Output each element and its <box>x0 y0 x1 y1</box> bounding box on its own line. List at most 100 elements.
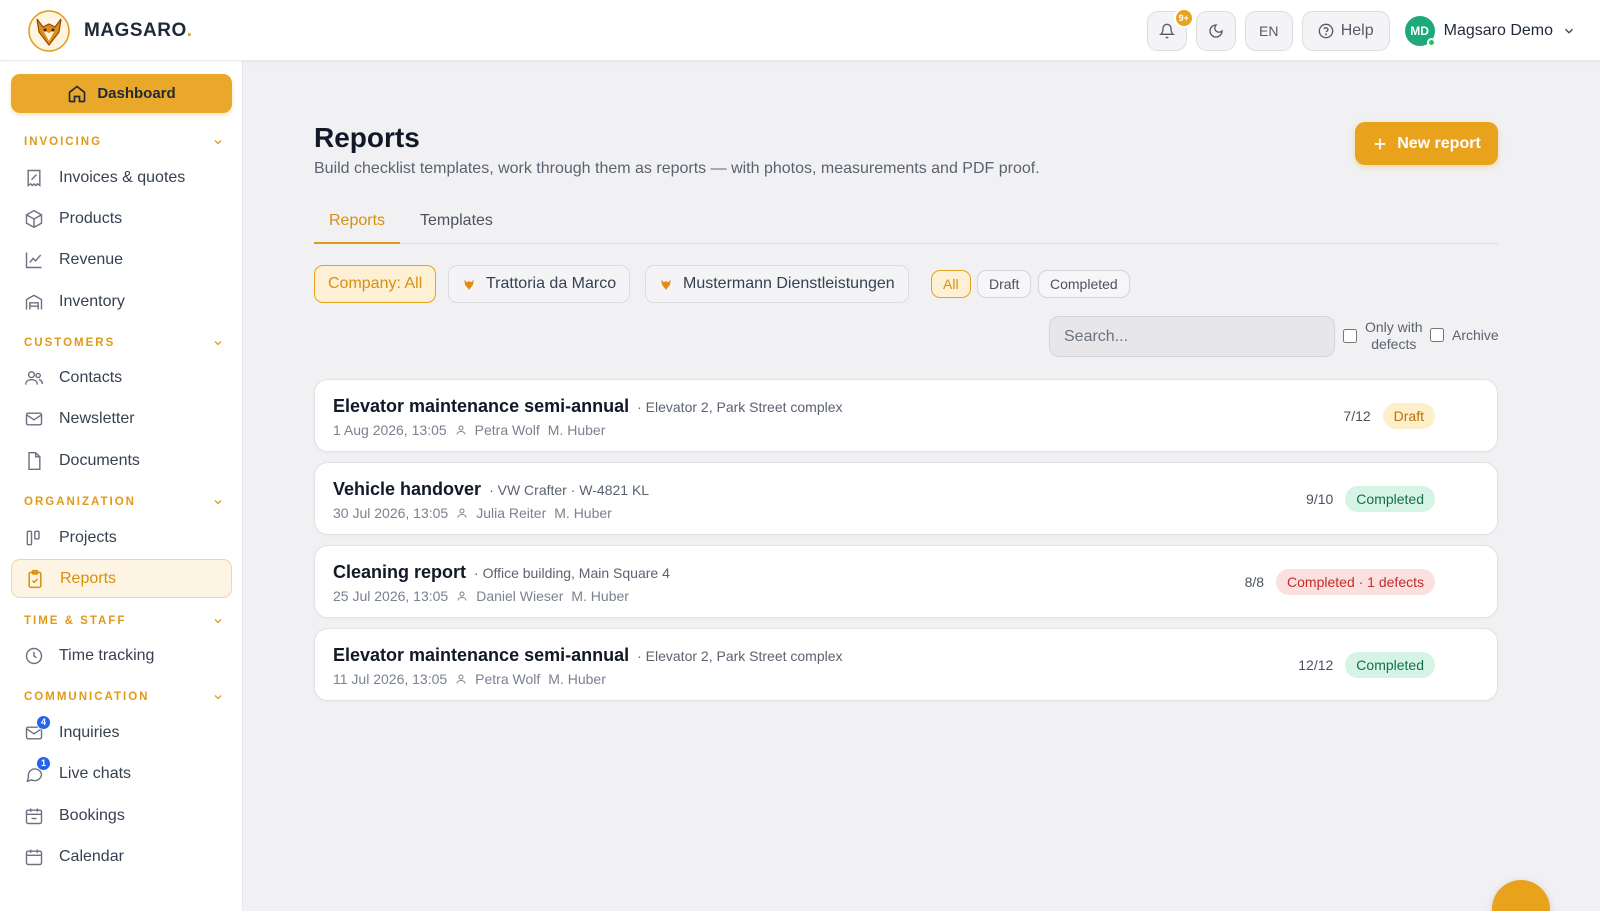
clock-icon <box>25 647 43 664</box>
sidebar-item-label: Invoices & quotes <box>59 168 186 186</box>
report-card[interactable]: Cleaning report · Office building, Main S… <box>314 545 1498 618</box>
sidebar-item-bookings[interactable]: Bookings <box>11 796 232 835</box>
report-date: 25 Jul 2026, 13:05 <box>333 588 449 604</box>
search-input[interactable] <box>1049 316 1335 357</box>
company-logo-icon <box>464 279 474 290</box>
help-circle-icon <box>1318 23 1334 39</box>
archive-label: Archive <box>1452 327 1499 343</box>
calendar-icon <box>25 849 43 865</box>
report-card[interactable]: Elevator maintenance semi-annual · Elevat… <box>314 628 1498 701</box>
only-defects-toggle[interactable] <box>1343 329 1357 343</box>
section-time-staff[interactable]: TIME & STAFF <box>24 615 224 627</box>
report-progress: 9/10 <box>1306 491 1334 507</box>
bell-icon <box>1158 23 1175 39</box>
tab-templates[interactable]: Templates <box>405 203 508 244</box>
section-label: ORGANIZATION <box>24 496 136 508</box>
section-customers[interactable]: CUSTOMERS <box>24 337 224 349</box>
report-title: Cleaning report <box>333 562 467 582</box>
floating-action-button[interactable] <box>1492 880 1550 911</box>
help-button[interactable]: Help <box>1301 11 1390 51</box>
sidebar-item-invoices[interactable]: Invoices & quotes <box>11 158 232 197</box>
report-contact: Petra Wolf <box>474 422 540 438</box>
new-report-label: New report <box>1397 134 1481 152</box>
theme-toggle-button[interactable] <box>1195 11 1236 51</box>
report-title: Elevator maintenance semi-annual <box>333 645 630 665</box>
report-progress: 8/8 <box>1244 574 1265 590</box>
only-defects-checkbox[interactable]: Only with defects <box>1343 319 1423 353</box>
report-title: Elevator maintenance semi-annual <box>333 396 630 416</box>
sidebar-item-projects[interactable]: Projects <box>11 518 232 557</box>
brand-logo[interactable]: MAGSARO. <box>28 10 193 52</box>
brand-name: MAGSARO. <box>84 20 193 41</box>
sidebar-item-label: Calendar <box>59 847 124 865</box>
language-button[interactable]: EN <box>1244 11 1293 51</box>
report-date: 11 Jul 2026, 13:05 <box>333 671 448 687</box>
sidebar-item-revenue[interactable]: Revenue <box>11 240 232 279</box>
status-filter-completed[interactable]: Completed <box>1038 270 1130 298</box>
company-filter-mustermann[interactable]: Mustermann Dienstleistungen <box>645 265 909 303</box>
chevron-down-icon <box>214 140 222 145</box>
user-menu[interactable]: MD Magsaro Demo <box>1404 16 1576 47</box>
chevron-down-icon <box>1565 28 1573 34</box>
chevron-down-icon <box>214 500 222 505</box>
sidebar-item-inventory[interactable]: Inventory <box>11 282 232 321</box>
sidebar-item-inquiries[interactable]: 4 Inquiries <box>11 713 232 752</box>
warehouse-icon <box>25 294 43 309</box>
new-report-button[interactable]: New report <box>1355 122 1498 165</box>
fox-logo-icon <box>28 10 70 52</box>
section-invoicing[interactable]: INVOICING <box>24 136 224 148</box>
mail-icon <box>25 411 43 426</box>
section-communication[interactable]: COMMUNICATION <box>24 691 224 703</box>
user-icon <box>457 508 467 518</box>
report-staff: M. Huber <box>547 422 606 438</box>
inquiries-count-badge: 4 <box>36 714 51 730</box>
report-subject: · Elevator 2, Park Street complex <box>637 648 843 664</box>
chip-label: Mustermann Dienstleistungen <box>683 275 895 292</box>
report-card[interactable]: Elevator maintenance semi-annual · Elevat… <box>314 379 1498 452</box>
chevron-down-icon <box>214 619 222 624</box>
sidebar-item-products[interactable]: Products <box>11 199 232 238</box>
report-card[interactable]: Vehicle handover · VW Crafter · W-4821 KL… <box>314 462 1498 535</box>
sidebar-item-label: Contacts <box>59 368 123 386</box>
dashboard-button[interactable]: Dashboard <box>11 74 232 113</box>
notifications-button[interactable]: 9+ <box>1146 8 1194 51</box>
status-filter-all[interactable]: All <box>931 270 971 298</box>
report-staff: M. Huber <box>554 505 612 521</box>
company-filter-trattoria[interactable]: Trattoria da Marco <box>448 265 631 303</box>
sidebar-item-live-chats[interactable]: 1 Live chats <box>11 754 232 793</box>
plus-icon <box>1374 138 1386 149</box>
report-contact: Daniel Wieser <box>476 588 564 604</box>
mail-icon: 4 <box>24 714 51 743</box>
file-icon <box>28 451 41 470</box>
sidebar-item-label: Revenue <box>59 250 124 268</box>
status-filter-draft[interactable]: Draft <box>977 270 1032 298</box>
page-title: Reports <box>314 122 420 153</box>
home-icon <box>68 84 86 102</box>
section-organization[interactable]: ORGANIZATION <box>24 496 224 508</box>
report-subject: · VW Crafter · W-4821 KL <box>489 482 650 498</box>
calendar-check-icon <box>25 808 43 824</box>
chip-label: Company: All <box>328 275 423 292</box>
report-subject: · Office building, Main Square 4 <box>474 565 670 581</box>
archive-checkbox[interactable]: Archive <box>1430 327 1499 343</box>
sidebar-item-reports[interactable]: Reports <box>11 559 232 598</box>
report-subject: · Elevator 2, Park Street complex <box>637 399 843 415</box>
report-progress: 7/12 <box>1343 408 1371 424</box>
only-defects-label: Only with defects <box>1365 319 1423 352</box>
company-filter-all[interactable]: Company: All <box>314 265 437 303</box>
section-label: COMMUNICATION <box>24 691 150 703</box>
report-contact: Julia Reiter <box>476 505 547 521</box>
avatar: MD <box>1404 16 1436 47</box>
sidebar-item-time-tracking[interactable]: Time tracking <box>11 636 232 675</box>
user-icon <box>456 425 466 435</box>
top-header: MAGSARO. 9+ EN Help MD Magsaro Demo <box>0 0 1600 61</box>
box-icon <box>25 209 43 228</box>
tab-reports[interactable]: Reports <box>314 203 401 244</box>
sidebar-item-newsletter[interactable]: Newsletter <box>11 399 232 438</box>
archive-toggle[interactable] <box>1430 328 1444 342</box>
section-label: INVOICING <box>24 136 103 148</box>
sidebar-item-calendar[interactable]: Calendar <box>11 837 232 876</box>
moon-icon <box>1209 24 1223 38</box>
sidebar-item-contacts[interactable]: Contacts <box>11 358 232 397</box>
sidebar-item-documents[interactable]: Documents <box>11 441 232 480</box>
